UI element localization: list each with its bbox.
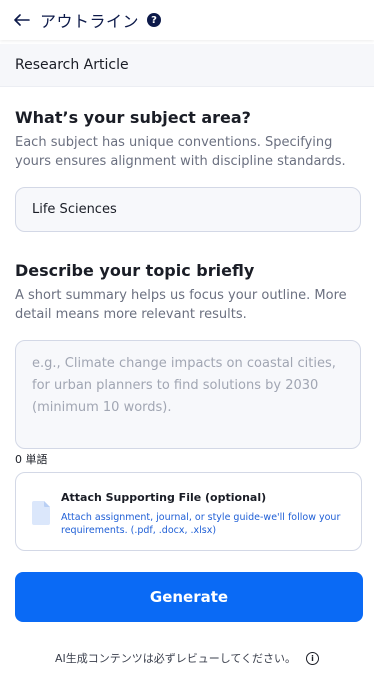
question-circle-icon[interactable]: ? bbox=[147, 13, 162, 27]
app-header: アウトライン ? bbox=[0, 0, 374, 40]
document-type-bar: Research Article bbox=[0, 44, 374, 87]
topic-heading: Describe your topic briefly bbox=[15, 261, 255, 280]
info-circle-icon[interactable]: i bbox=[306, 651, 320, 665]
generate-button[interactable]: Generate bbox=[15, 572, 363, 622]
disclaimer-text: AI生成コンテンツは必ずレビューしてください。 bbox=[54, 652, 297, 665]
file-icon bbox=[32, 501, 50, 525]
topic-textarea[interactable] bbox=[15, 340, 361, 449]
attach-description: Attach assignment, journal, or style gui… bbox=[61, 512, 341, 536]
subject-description: Each subject has unique conventions. Spe… bbox=[15, 135, 346, 169]
document-type-label: Research Article bbox=[15, 57, 129, 73]
arrow-left-icon bbox=[14, 14, 30, 26]
subject-area-input[interactable] bbox=[15, 187, 361, 232]
back-button[interactable] bbox=[10, 8, 34, 32]
disclaimer-footer: AI生成コンテンツは必ずレビューしてください。 i bbox=[0, 650, 374, 666]
word-count: 0 単語 bbox=[15, 453, 48, 466]
attach-title: Attach Supporting File (optional) bbox=[61, 491, 267, 504]
subject-heading: What’s your subject area? bbox=[15, 108, 251, 127]
page-title: アウトライン bbox=[40, 12, 140, 31]
attach-file-dropzone[interactable]: Attach Supporting File (optional) Attach… bbox=[15, 472, 362, 551]
topic-description: A short summary helps us focus your outl… bbox=[15, 288, 347, 322]
